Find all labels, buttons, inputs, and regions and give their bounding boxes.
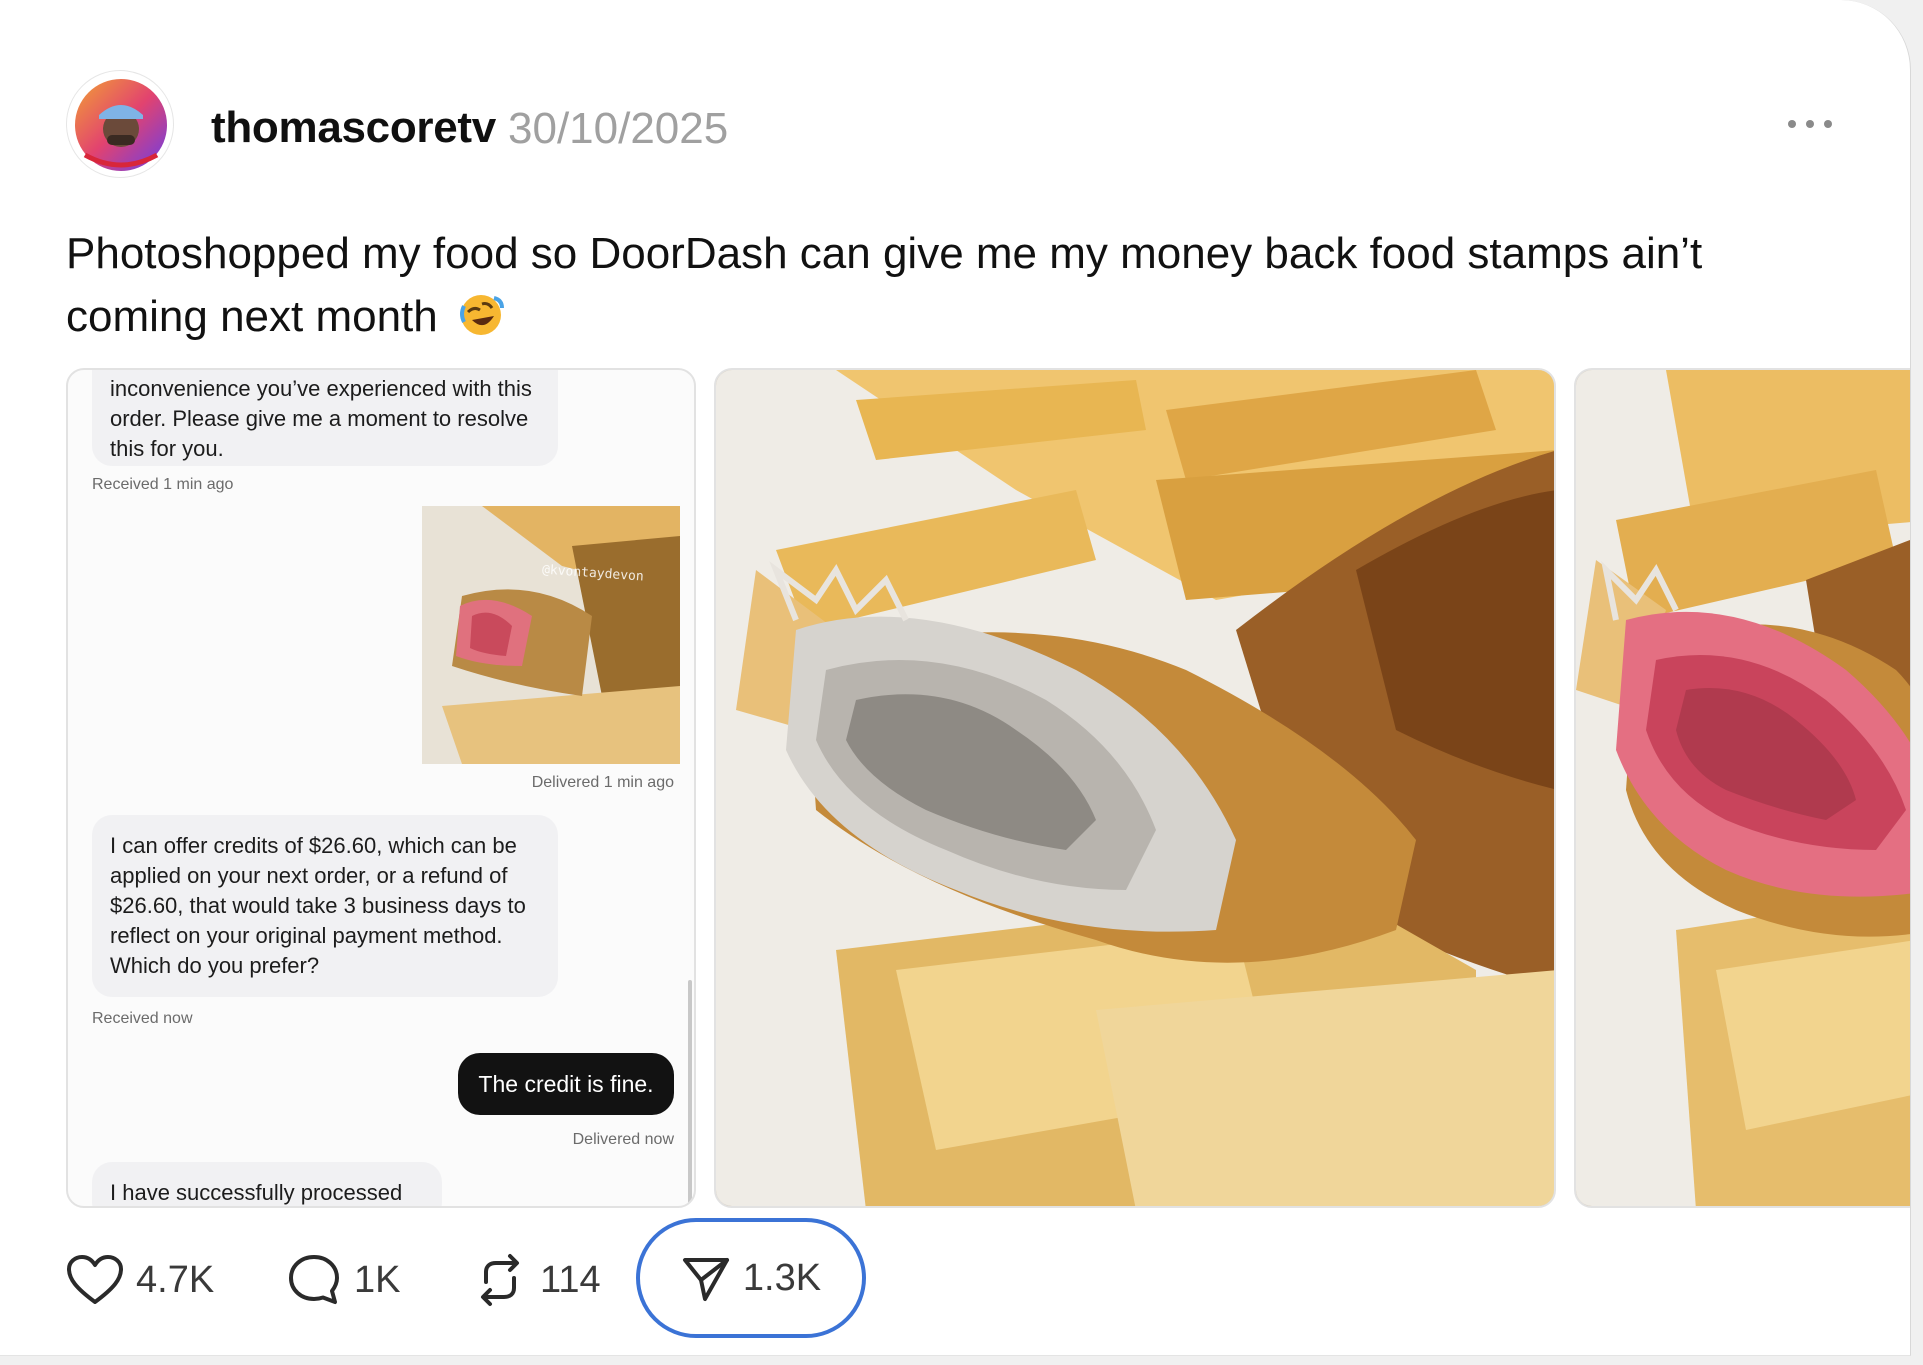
send-icon bbox=[682, 1258, 729, 1301]
chat-meta-delivered-now: Delivered now bbox=[572, 1131, 674, 1148]
chat-message-support-3: I have successfully processed bbox=[92, 1162, 442, 1206]
photo-chicken-raw bbox=[1576, 370, 1910, 1206]
post-card: thomascoretv 30/10/2025 Photoshopped my … bbox=[0, 0, 1911, 1356]
share-count: 1.3K bbox=[742, 1256, 822, 1299]
post-body: Photoshopped my food so DoorDash can giv… bbox=[66, 229, 1703, 341]
media-photo-edited[interactable] bbox=[1574, 368, 1910, 1208]
reply-count: 1K bbox=[354, 1258, 401, 1301]
repost-icon bbox=[481, 1254, 519, 1306]
chat-message-support-2: I can offer credits of $26.60, which can… bbox=[92, 815, 558, 997]
share-button[interactable]: 1.3K bbox=[636, 1218, 866, 1338]
media-chat-screenshot[interactable]: inconvenience you’ve experienced with th… bbox=[66, 368, 696, 1208]
username[interactable]: thomascoretv bbox=[211, 103, 496, 153]
chat-message-user-reply: The credit is fine. bbox=[458, 1053, 674, 1115]
chat-meta-delivered: Delivered 1 min ago bbox=[531, 774, 674, 791]
chat-scrollbar bbox=[688, 980, 692, 1206]
repost-button[interactable]: 114 bbox=[472, 1230, 601, 1330]
reply-button[interactable]: 1K bbox=[286, 1230, 400, 1330]
chat-photo-edited: @kvontaydevon bbox=[422, 506, 680, 764]
chat-meta-received: Received 1 min ago bbox=[92, 476, 234, 493]
comment-icon bbox=[289, 1255, 339, 1304]
heart-icon bbox=[67, 1255, 123, 1304]
chat-meta-received-now: Received now bbox=[92, 1010, 193, 1027]
avatar-image bbox=[75, 79, 167, 171]
post-text: Photoshopped my food so DoorDash can giv… bbox=[66, 222, 1806, 348]
media-photo-original[interactable] bbox=[714, 368, 1556, 1208]
repost-count: 114 bbox=[540, 1258, 601, 1301]
post-date: 30/10/2025 bbox=[508, 104, 729, 153]
rolling-laughing-emoji-icon bbox=[459, 295, 504, 335]
chat-message-support-1: inconvenience you’ve experienced with th… bbox=[92, 370, 558, 466]
more-options-icon[interactable] bbox=[1788, 102, 1832, 146]
avatar[interactable] bbox=[66, 70, 174, 178]
like-count: 4.7K bbox=[136, 1258, 215, 1301]
like-button[interactable]: 4.7K bbox=[66, 1230, 214, 1330]
photo-chicken-cooked bbox=[716, 370, 1554, 1206]
